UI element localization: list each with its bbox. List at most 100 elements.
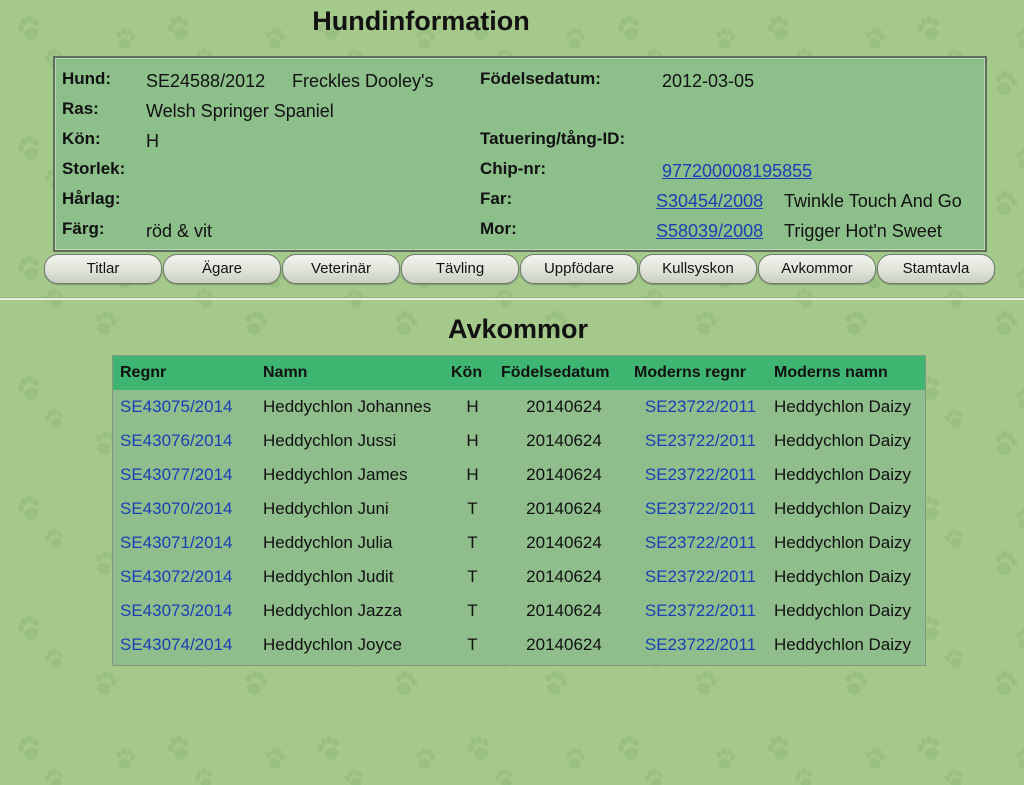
dog-regnr: SE24588/2012 <box>146 71 266 91</box>
mother-regnr-link[interactable]: SE23722/2011 <box>627 492 767 526</box>
col-header-fodelsedatum: Födelsedatum <box>501 364 610 381</box>
offspring-table-container: Regnr Namn Kön Födelsedatum Moderns regn… <box>112 355 926 666</box>
offspring-name: Heddychlon James <box>263 465 408 484</box>
col-header-kon: Kön <box>451 364 483 381</box>
chip-number-link[interactable]: 977200008195855 <box>662 160 812 182</box>
mother-regnr-link[interactable]: SE23722/2011 <box>627 458 767 492</box>
offspring-birthdate: 20140624 <box>526 635 602 654</box>
tab-titlar[interactable]: Titlar <box>44 254 162 284</box>
offspring-regnr-link[interactable]: SE43077/2014 <box>113 458 256 492</box>
section-divider <box>0 298 1024 300</box>
tab-kullsyskon[interactable]: Kullsyskon <box>639 254 757 284</box>
offspring-sex: T <box>467 635 478 654</box>
offspring-birthdate: 20140624 <box>526 601 602 620</box>
mother-name: Heddychlon Daizy <box>774 499 912 518</box>
offspring-table: Regnr Namn Kön Födelsedatum Moderns regn… <box>113 356 925 662</box>
mother-name: Heddychlon Daizy <box>774 397 912 416</box>
table-row: SE43077/2014 Heddychlon James H 20140624 SE2… <box>113 458 925 492</box>
table-row: SE43072/2014 Heddychlon Judit T 20140624 SE2… <box>113 560 925 594</box>
offspring-regnr-link[interactable]: SE43072/2014 <box>113 560 256 594</box>
tab-stamtavla[interactable]: Stamtavla <box>877 254 995 284</box>
offspring-sex: H <box>466 397 479 416</box>
harlag-label: Hårlag: <box>62 189 121 208</box>
col-header-moderns-namn: Moderns namn <box>774 364 888 381</box>
offspring-birthdate: 20140624 <box>526 533 602 552</box>
offspring-sex: T <box>467 567 478 586</box>
dog-tab-bar: Titlar Ägare Veterinär Tävling Uppfödare… <box>44 254 996 284</box>
sire-name: Twinkle Touch And Go <box>784 191 962 211</box>
offspring-sex: T <box>467 601 478 620</box>
offspring-birthdate: 20140624 <box>526 465 602 484</box>
dog-name: Freckles Dooley's <box>292 71 434 91</box>
mother-name: Heddychlon Daizy <box>774 567 912 586</box>
ras-label: Ras: <box>62 99 99 118</box>
offspring-regnr-link[interactable]: SE43075/2014 <box>113 390 256 424</box>
dog-color: röd & vit <box>146 221 213 241</box>
table-row: SE43070/2014 Heddychlon Juni T 20140624 SE23… <box>113 492 925 526</box>
offspring-sex: H <box>466 431 479 450</box>
offspring-name: Heddychlon Joyce <box>263 635 402 654</box>
mother-regnr-link[interactable]: SE23722/2011 <box>627 390 767 424</box>
mor-label: Mor: <box>480 219 517 238</box>
dog-birthdate: 2012-03-05 <box>662 71 755 91</box>
offspring-name: Heddychlon Jazza <box>263 601 402 620</box>
mother-name: Heddychlon Daizy <box>774 601 912 620</box>
tatuering-label: Tatuering/tång-ID: <box>480 129 626 148</box>
mother-regnr-link[interactable]: SE23722/2011 <box>627 594 767 628</box>
fodelsedatum-label: Födelsedatum: <box>480 69 601 88</box>
mother-regnr-link[interactable]: SE23722/2011 <box>627 424 767 458</box>
tab-tavling[interactable]: Tävling <box>401 254 519 284</box>
mother-name: Heddychlon Daizy <box>774 635 912 654</box>
dog-info-panel: Hund: SE24588/2012 Freckles Dooley's Ras… <box>53 56 987 252</box>
mother-name: Heddychlon Daizy <box>774 533 912 552</box>
mother-name: Heddychlon Daizy <box>774 465 912 484</box>
page-title: Hundinformation <box>312 6 530 36</box>
dam-regnr-link[interactable]: S58039/2008 <box>656 220 763 242</box>
offspring-name: Heddychlon Juni <box>263 499 389 518</box>
mother-regnr-link[interactable]: SE23722/2011 <box>627 628 767 662</box>
mother-regnr-link[interactable]: SE23722/2011 <box>627 560 767 594</box>
table-row: SE43073/2014 Heddychlon Jazza T 20140624 SE2… <box>113 594 925 628</box>
offspring-regnr-link[interactable]: SE43070/2014 <box>113 492 256 526</box>
offspring-regnr-link[interactable]: SE43073/2014 <box>113 594 256 628</box>
offspring-name: Heddychlon Judit <box>263 567 394 586</box>
hund-label: Hund: <box>62 69 112 88</box>
tab-avkommor[interactable]: Avkommor <box>758 254 876 284</box>
dog-sex: H <box>146 131 159 151</box>
offspring-name: Heddychlon Jussi <box>263 431 397 450</box>
offspring-regnr-link[interactable]: SE43076/2014 <box>113 424 256 458</box>
section-title: Avkommor <box>447 314 589 344</box>
offspring-regnr-link[interactable]: SE43074/2014 <box>113 628 256 662</box>
table-row: SE43076/2014 Heddychlon Jussi H 20140624 SE2… <box>113 424 925 458</box>
table-row: SE43074/2014 Heddychlon Joyce T 20140624 SE2… <box>113 628 925 662</box>
offspring-birthdate: 20140624 <box>526 431 602 450</box>
offspring-birthdate: 20140624 <box>526 499 602 518</box>
kon-label: Kön: <box>62 129 101 148</box>
col-header-namn: Namn <box>263 364 308 381</box>
offspring-name: Heddychlon Johannes <box>263 397 432 416</box>
offspring-sex: T <box>467 499 478 518</box>
offspring-birthdate: 20140624 <box>526 397 602 416</box>
mother-regnr-link[interactable]: SE23722/2011 <box>627 526 767 560</box>
chip-label: Chip-nr: <box>480 159 547 178</box>
sire-regnr-link[interactable]: S30454/2008 <box>656 190 763 212</box>
mother-name: Heddychlon Daizy <box>774 431 912 450</box>
offspring-sex: T <box>467 533 478 552</box>
dog-breed: Welsh Springer Spaniel <box>146 101 334 121</box>
far-label: Far: <box>480 189 513 208</box>
col-header-moderns-regnr: Moderns regnr <box>634 364 747 381</box>
farg-label: Färg: <box>62 219 105 238</box>
table-row: SE43071/2014 Heddychlon Julia T 20140624 SE2… <box>113 526 925 560</box>
tab-veterinar[interactable]: Veterinär <box>282 254 400 284</box>
table-row: SE43075/2014 Heddychlon Johannes H 20140624… <box>113 390 925 424</box>
tab-uppfodare[interactable]: Uppfödare <box>520 254 638 284</box>
offspring-sex: H <box>466 465 479 484</box>
offspring-birthdate: 20140624 <box>526 567 602 586</box>
storlek-label: Storlek: <box>62 159 126 178</box>
dam-name: Trigger Hot'n Sweet <box>784 221 942 241</box>
table-header-row: Regnr Namn Kön Födelsedatum Moderns regn… <box>113 356 925 390</box>
offspring-regnr-link[interactable]: SE43071/2014 <box>113 526 256 560</box>
offspring-table-body: SE43075/2014 Heddychlon Johannes H 20140624… <box>113 390 925 662</box>
offspring-name: Heddychlon Julia <box>263 533 393 552</box>
tab-agare[interactable]: Ägare <box>163 254 281 284</box>
